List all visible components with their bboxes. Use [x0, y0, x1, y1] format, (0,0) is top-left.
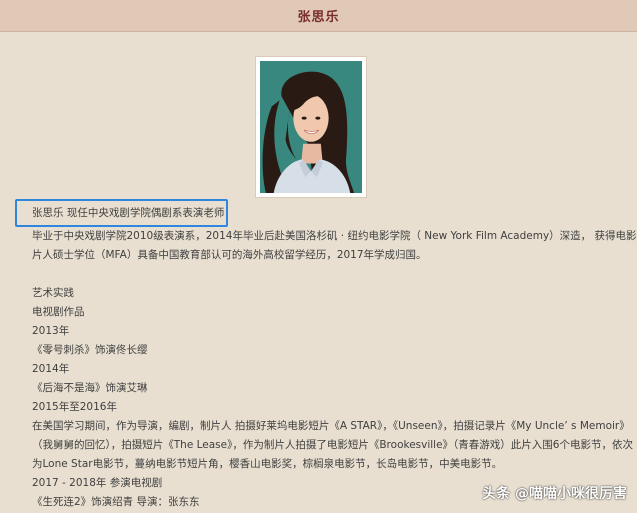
us-work-line-3: 为Lone Star电影节，蔓纳电影节短片角，樱香山电影奖，棕榈泉电影节，长岛电…	[32, 458, 503, 470]
watermark-text: 头条 @喵喵小咪很厉害	[482, 486, 627, 502]
page-title: 张思乐	[297, 10, 340, 25]
year-2015-2016: 2015年至2016年	[32, 401, 117, 413]
highlight-text: 张思乐 现任中央戏剧学院偶剧系表演老师	[32, 207, 225, 219]
us-work-line-1: 在美国学习期间，作为导演，编剧，制片人 拍摄好莱坞电影短片《A STAR》，《U…	[32, 420, 630, 432]
year-2014: 2014年	[32, 363, 70, 375]
profile-photo-frame	[255, 56, 367, 198]
section-tv-works: 电视剧作品	[32, 306, 85, 318]
section-art-practice: 艺术实践	[32, 287, 74, 299]
profile-photo	[260, 61, 362, 193]
work-2017: 《生死连2》饰演绍青 导演：张东东	[32, 496, 200, 508]
work-2013: 《零号刺杀》饰演佟长缨	[32, 344, 148, 356]
bio-line-2: 片人硕士学位（MFA）具备中国教育部认可的海外高校留学经历，2017年学成归国。	[32, 249, 427, 261]
year-2013: 2013年	[32, 325, 70, 337]
page-header: 张思乐	[0, 0, 637, 32]
bio-line-1: 毕业于中央戏剧学院2010级表演系，2014年毕业后赴美国洛杉矶 · 纽约电影学…	[32, 230, 637, 242]
work-2014: 《后海不是海》饰演艾琳	[32, 382, 148, 394]
year-2017-2018: 2017 - 2018年 参演电视剧	[32, 477, 163, 489]
us-work-line-2: （我舅舅的回忆），拍摄短片《The Lease》，作为制片人拍摄了电影短片《Br…	[32, 439, 633, 451]
